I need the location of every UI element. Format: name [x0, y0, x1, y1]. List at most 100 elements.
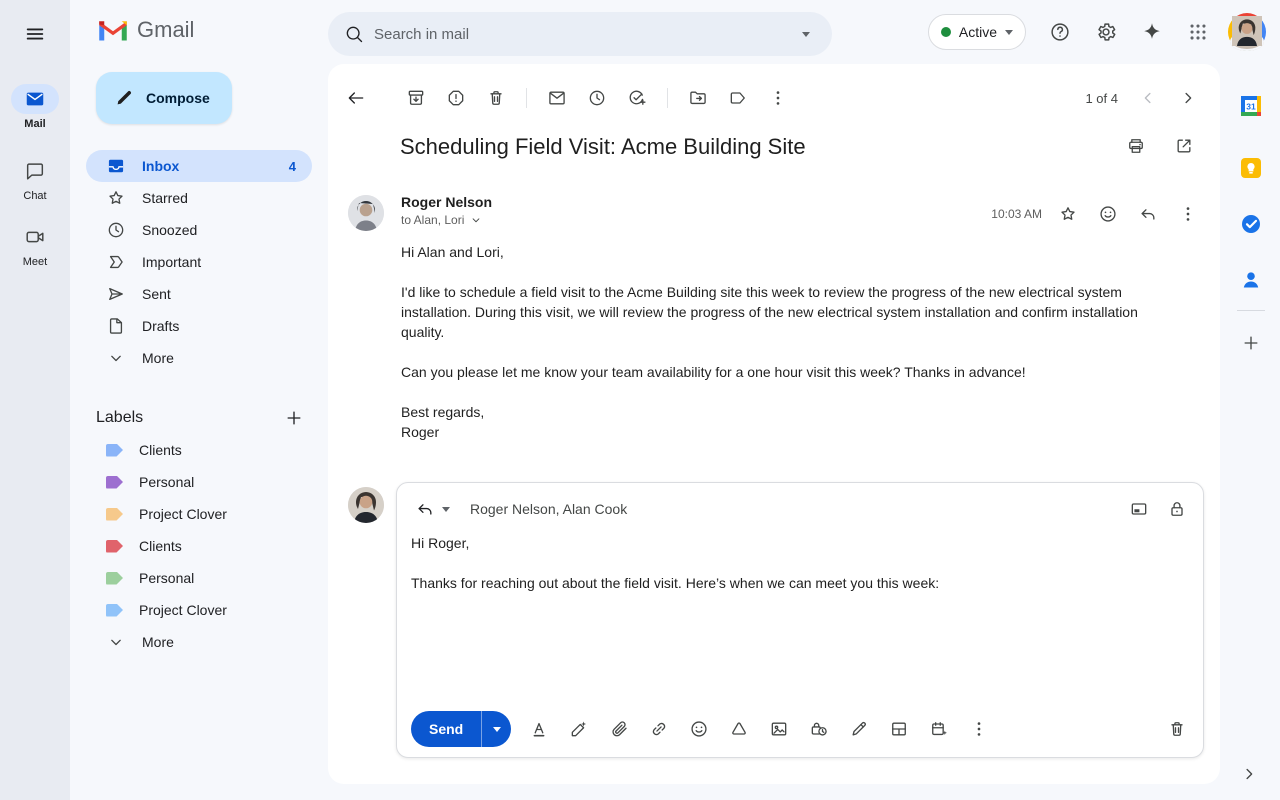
message-more-button[interactable]: [1168, 194, 1208, 234]
sidebar-item-more[interactable]: More: [86, 342, 312, 374]
snooze-button[interactable]: [577, 78, 617, 118]
gmail-logo: Gmail: [98, 17, 194, 43]
label-item[interactable]: Clients: [86, 530, 312, 562]
compose-pencil-icon: [117, 91, 131, 105]
status-dot-icon: [940, 27, 951, 37]
rail-label-mail: Mail: [24, 118, 46, 130]
compose-button[interactable]: Compose: [96, 72, 232, 124]
create-label-button[interactable]: [276, 400, 312, 436]
pop-out-button[interactable]: [1123, 493, 1155, 525]
insert-link-button[interactable]: [647, 713, 671, 745]
newer-chevron-left-button[interactable]: [1128, 78, 1168, 118]
insert-emoji-button[interactable]: [687, 713, 711, 745]
send-icon: [109, 288, 123, 300]
sidebar-item-label: Snoozed: [142, 222, 198, 238]
keep-button[interactable]: [1231, 148, 1271, 188]
svg-text:31: 31: [1246, 101, 1256, 111]
label-name: More: [142, 634, 174, 650]
search-icon[interactable]: [336, 16, 372, 52]
labels-button[interactable]: [718, 78, 758, 118]
star-message-button[interactable]: [1048, 194, 1088, 234]
compose-more-button[interactable]: [967, 713, 991, 745]
sidebar-item-label: Starred: [142, 190, 188, 206]
keep-icon: [1241, 158, 1261, 178]
schedule-meeting-button[interactable]: [927, 713, 951, 745]
layouts-button[interactable]: [887, 713, 911, 745]
calendar-button[interactable]: 31: [1231, 86, 1271, 126]
contacts-button[interactable]: [1231, 260, 1271, 300]
body-paragraph: Hi Alan and Lori,: [401, 244, 504, 260]
label-item[interactable]: Clients: [86, 434, 312, 466]
show-side-panel-button[interactable]: [1229, 754, 1269, 794]
compose-label: Compose: [146, 90, 210, 106]
attach-file-button[interactable]: [607, 713, 631, 745]
recipients-line[interactable]: to Alan, Lori: [401, 213, 492, 227]
tasks-icon: [1242, 215, 1260, 233]
formatting-options-button[interactable]: [527, 713, 551, 745]
tasks-button[interactable]: [1231, 204, 1271, 244]
insert-photo-button[interactable]: [767, 713, 791, 745]
open-in-new-button[interactable]: [1164, 126, 1204, 166]
lock-button[interactable]: [1161, 493, 1193, 525]
drive-button[interactable]: [727, 713, 751, 745]
signature-pen-button[interactable]: [847, 713, 871, 745]
sidebar-item-inbox[interactable]: Inbox 4: [86, 150, 312, 182]
report-spam-button[interactable]: [436, 78, 476, 118]
reply-body-editor[interactable]: Hi Roger, Thanks for reaching out about …: [411, 533, 1171, 613]
discard-draft-button[interactable]: [1161, 713, 1193, 745]
labels-list: Clients Personal Project Clover Clients …: [70, 434, 328, 658]
apps-grid-button[interactable]: [1178, 12, 1218, 52]
get-addons-button[interactable]: [1231, 323, 1271, 363]
pagination-text: 1 of 4: [1085, 90, 1118, 106]
label-name: Project Clover: [139, 506, 227, 522]
back-button[interactable]: [336, 78, 376, 118]
help-button[interactable]: [1040, 12, 1080, 52]
emoji-reaction-button[interactable]: [1088, 194, 1128, 234]
label-tag-icon: [106, 475, 123, 489]
rail-item-meet[interactable]: Meet: [0, 222, 70, 268]
avatar-image: [1230, 15, 1264, 51]
label-item[interactable]: Personal: [86, 562, 312, 594]
reply-arrow-icon: [418, 504, 432, 515]
label-item[interactable]: Personal: [86, 466, 312, 498]
reply-compose-box: Roger Nelson, Alan Cook Hi Roger, Thanks…: [396, 482, 1204, 758]
more-options-button[interactable]: [758, 78, 798, 118]
sidebar-item-drafts[interactable]: Drafts: [86, 310, 312, 342]
profile-avatar[interactable]: [1228, 13, 1266, 51]
search-options-caret-icon[interactable]: [788, 16, 824, 52]
search-input[interactable]: [372, 24, 788, 44]
sidebar-item-starred[interactable]: Starred: [86, 182, 312, 214]
rail-item-mail[interactable]: Mail: [0, 84, 70, 130]
search-bar[interactable]: [328, 12, 832, 56]
sidebar-item-snoozed[interactable]: Snoozed: [86, 214, 312, 246]
send-options-button[interactable]: [481, 711, 512, 747]
label-item[interactable]: Project Clover: [86, 498, 312, 530]
reply-recipients[interactable]: Roger Nelson, Alan Cook: [470, 501, 627, 517]
print-button[interactable]: [1116, 126, 1156, 166]
plus-icon: [1244, 336, 1258, 350]
help-me-write-button[interactable]: [567, 713, 591, 745]
gemini-sparkle-button[interactable]: [1132, 12, 1172, 52]
reply-button[interactable]: [1128, 194, 1168, 234]
delete-button[interactable]: [476, 78, 516, 118]
mark-unread-button[interactable]: [537, 78, 577, 118]
older-chevron-right-button[interactable]: [1168, 78, 1208, 118]
sidebar-item-sent[interactable]: Sent: [86, 278, 312, 310]
settings-gear-button[interactable]: [1086, 12, 1126, 52]
rail-item-chat[interactable]: Chat: [0, 156, 70, 202]
sidebar-item-important[interactable]: Important: [86, 246, 312, 278]
reply-type-caret-icon: [442, 506, 450, 512]
send-split-button: Send: [411, 711, 512, 747]
add-to-tasks-button[interactable]: [617, 78, 657, 118]
send-button[interactable]: Send: [411, 711, 482, 747]
confidential-mode-button[interactable]: [807, 713, 831, 745]
archive-button[interactable]: [396, 78, 436, 118]
label-item[interactable]: Project Clover: [86, 594, 312, 626]
status-selector[interactable]: Active: [927, 14, 1026, 50]
move-to-button[interactable]: [678, 78, 718, 118]
reply-type-selector[interactable]: [409, 493, 456, 525]
labels-more[interactable]: More: [86, 626, 312, 658]
sidebar-item-label: Important: [142, 254, 202, 270]
main-menu-button[interactable]: [15, 14, 55, 54]
email-subject: Scheduling Field Visit: Acme Building Si…: [400, 134, 806, 159]
